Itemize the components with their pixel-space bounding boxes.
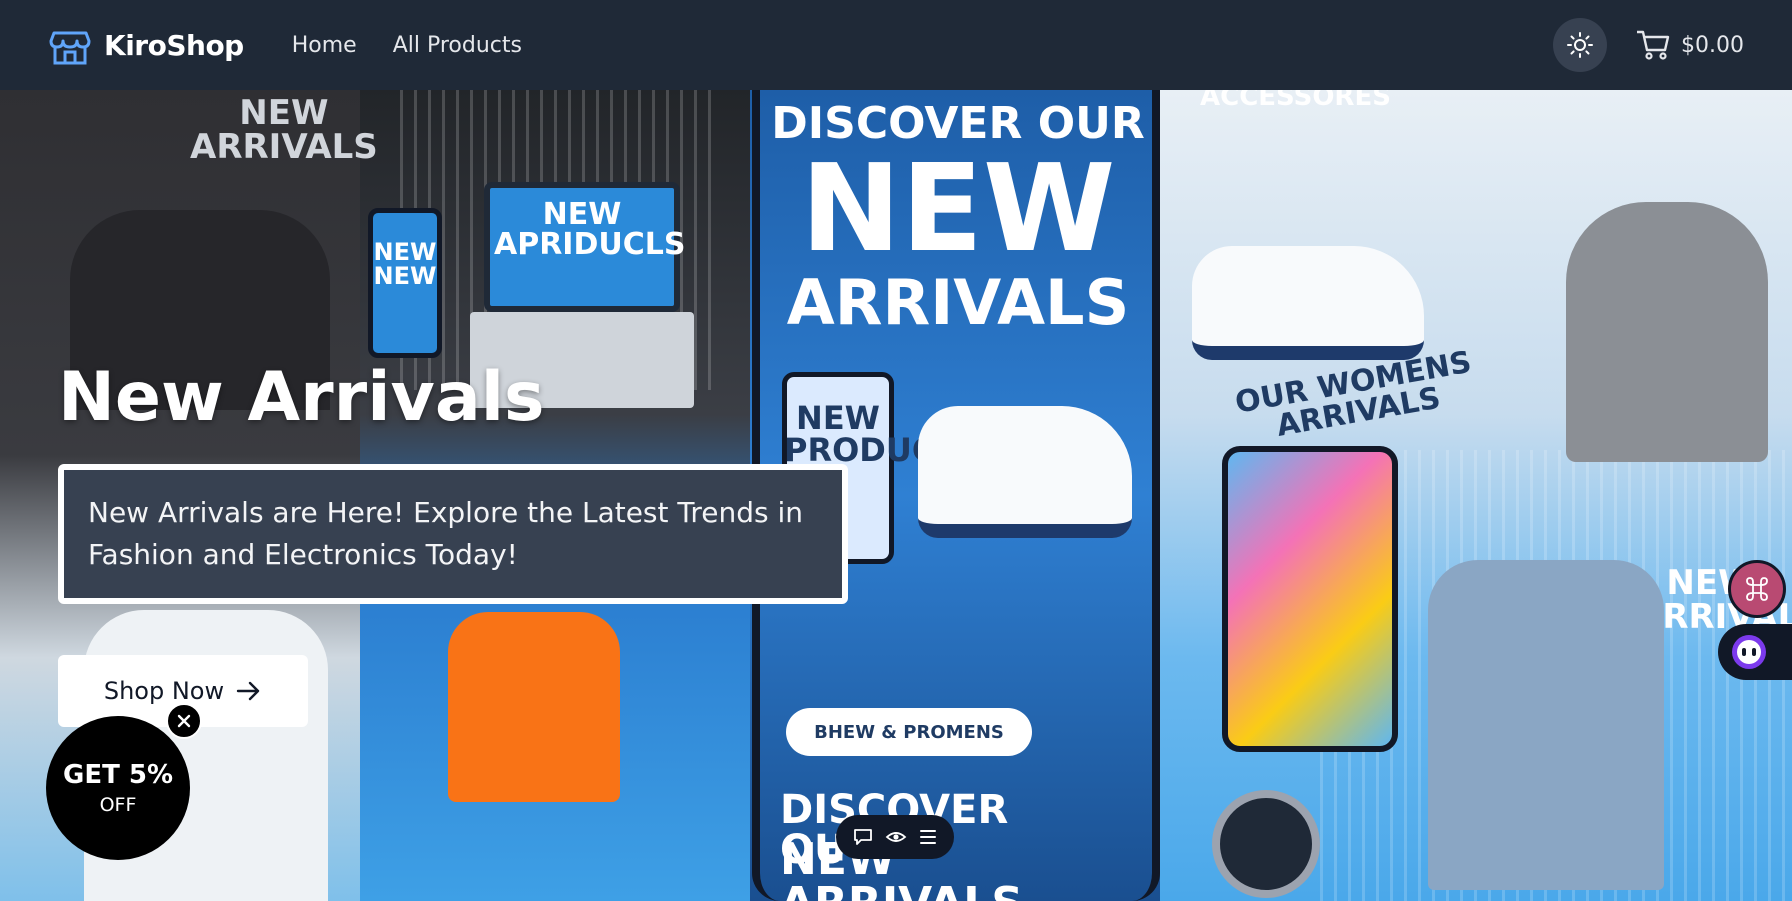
sun-icon <box>1567 32 1594 58</box>
command-icon <box>1746 577 1768 601</box>
art-new-arrivals-left: NEW ARRIVALS <box>190 93 378 167</box>
art-pill: BHEW & PROMENS <box>786 708 1032 756</box>
art-arrivals: ARRIVALS <box>786 266 1130 339</box>
brand-name: KiroShop <box>104 28 244 62</box>
shop-now-label: Shop Now <box>103 677 225 705</box>
sneaker-art-center <box>918 406 1132 538</box>
extension-widget-button[interactable] <box>1728 560 1786 618</box>
shirt-art <box>448 612 620 802</box>
close-icon <box>177 714 191 728</box>
art-new: NEW <box>800 140 1116 279</box>
art-accessories: ACCESSORES <box>1200 90 1391 112</box>
hoodie-art <box>1566 202 1768 462</box>
hero-banner: NEW ARRIVALS ACCESSORES NEW APRIDUCLS NE… <box>0 90 1792 901</box>
cart-total: $0.00 <box>1681 32 1744 58</box>
discount-badge[interactable]: GET 5% OFF <box>46 716 190 860</box>
art-new-arrivals-bottom: NEW ARRIVALS <box>780 834 1023 901</box>
theme-toggle-button[interactable] <box>1553 18 1608 72</box>
sneaker-art <box>1192 246 1424 360</box>
nav-home[interactable]: Home <box>292 33 357 58</box>
cart-icon <box>1637 30 1670 60</box>
discount-subtitle: OFF <box>99 794 137 816</box>
list-icon[interactable] <box>918 828 938 846</box>
brand[interactable]: KiroShop <box>48 23 244 67</box>
floating-toolbar <box>836 815 954 859</box>
discount-close-button[interactable] <box>166 703 202 739</box>
top-navbar: KiroShop Home All Products $0.00 <box>0 0 1792 90</box>
art-new-products: NEW PRODUCTS <box>784 399 981 469</box>
cart-button[interactable]: $0.00 <box>1635 28 1744 62</box>
denim-jacket-art <box>1428 560 1664 890</box>
hero-description: New Arrivals are Here! Explore the Lates… <box>58 464 848 604</box>
eye-icon[interactable] <box>885 828 907 846</box>
art-phone-text: NEW NEW <box>373 238 437 290</box>
store-icon <box>49 31 91 65</box>
watch-art <box>1212 790 1320 898</box>
hero-title: New Arrivals <box>58 358 545 437</box>
art-laptop-text: NEW APRIDUCLS <box>494 197 686 262</box>
assistant-avatar-icon <box>1732 635 1766 669</box>
main-nav: Home All Products <box>292 33 522 58</box>
comment-icon[interactable] <box>852 827 874 847</box>
nav-actions: $0.00 <box>1553 18 1744 72</box>
assistant-widget-button[interactable] <box>1718 624 1792 680</box>
nav-all-products[interactable]: All Products <box>393 33 522 58</box>
discount-title: GET 5% <box>62 760 174 790</box>
phone-art-right <box>1222 446 1398 752</box>
arrow-right-icon <box>236 681 260 701</box>
